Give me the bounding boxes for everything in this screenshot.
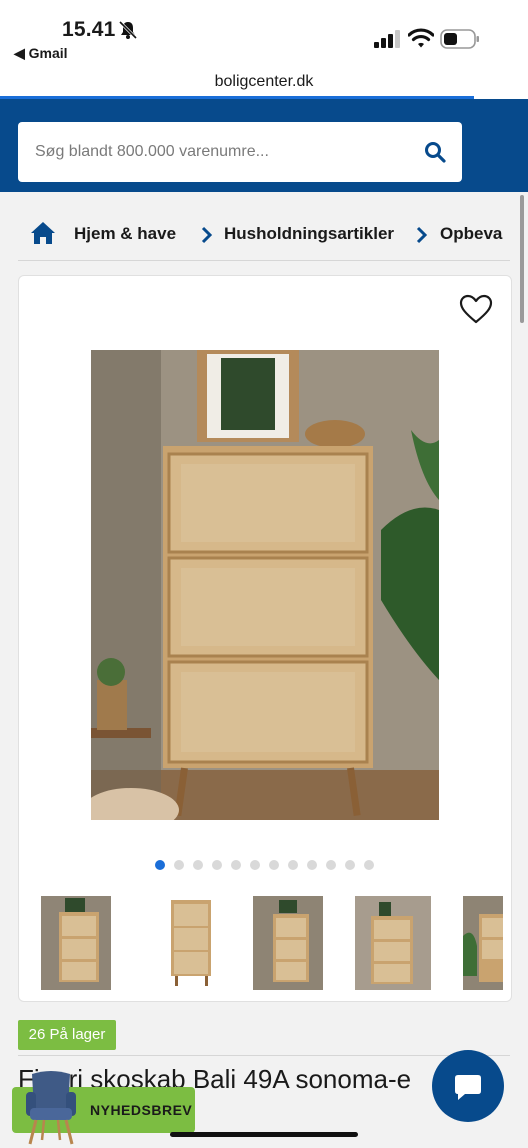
gallery-dot[interactable] — [174, 860, 184, 870]
gallery-dot[interactable] — [212, 860, 222, 870]
chevron-right-icon — [416, 226, 428, 244]
gallery-dot[interactable] — [231, 860, 241, 870]
cellular-signal-icon — [374, 30, 400, 48]
product-main-image[interactable] — [91, 350, 439, 820]
gallery-dot[interactable] — [364, 860, 374, 870]
home-indicator — [170, 1132, 358, 1137]
stock-badge: 26 På lager — [18, 1020, 116, 1050]
chat-button[interactable] — [432, 1050, 504, 1122]
clock: 15.41 — [62, 18, 116, 41]
gallery-dot-active[interactable] — [155, 860, 165, 870]
back-to-app-link[interactable]: ◀ Gmail — [14, 45, 68, 62]
product-gallery-card — [18, 275, 512, 1002]
gallery-dot[interactable] — [345, 860, 355, 870]
search-icon[interactable] — [424, 141, 446, 163]
chat-icon — [455, 1075, 481, 1100]
section-divider — [18, 1055, 510, 1056]
gallery-dot[interactable] — [269, 860, 279, 870]
gallery-dot[interactable] — [326, 860, 336, 870]
breadcrumb-divider — [18, 260, 510, 261]
gallery-thumbnail[interactable] — [157, 896, 227, 990]
breadcrumb-item-home-garden[interactable]: Hjem & have — [74, 224, 176, 244]
search-input[interactable]: Søg blandt 800.000 varenumre... — [18, 122, 462, 182]
heart-icon[interactable] — [459, 294, 493, 324]
gallery-dot[interactable] — [193, 860, 203, 870]
chevron-right-icon — [201, 226, 213, 244]
chair-icon — [26, 1071, 76, 1145]
gallery-thumbnail[interactable] — [463, 896, 503, 990]
breadcrumb-item-storage[interactable]: Opbeva — [440, 224, 502, 244]
gallery-dot[interactable] — [250, 860, 260, 870]
home-icon[interactable] — [30, 221, 56, 245]
gallery-dot[interactable] — [307, 860, 317, 870]
gallery-thumbnail[interactable] — [253, 896, 323, 990]
gallery-thumbnail[interactable] — [41, 896, 111, 990]
wifi-icon — [408, 28, 434, 48]
breadcrumb: Hjem & have Husholdningsartikler Opbeva — [18, 210, 510, 260]
gallery-dot[interactable] — [288, 860, 298, 870]
status-bar: 15.41 ◀ Gmail boligcenter.dk — [0, 0, 528, 100]
url-bar[interactable]: boligcenter.dk — [0, 73, 528, 91]
page-scrollbar[interactable] — [520, 195, 524, 323]
gallery-thumbnail[interactable] — [355, 896, 431, 990]
newsletter-label: NYHEDSBREV — [90, 1102, 193, 1118]
battery-icon — [440, 29, 479, 49]
breadcrumb-item-household[interactable]: Husholdningsartikler — [224, 224, 394, 244]
muted-bell-icon — [118, 20, 138, 40]
search-placeholder: Søg blandt 800.000 varenumre... — [35, 143, 269, 160]
